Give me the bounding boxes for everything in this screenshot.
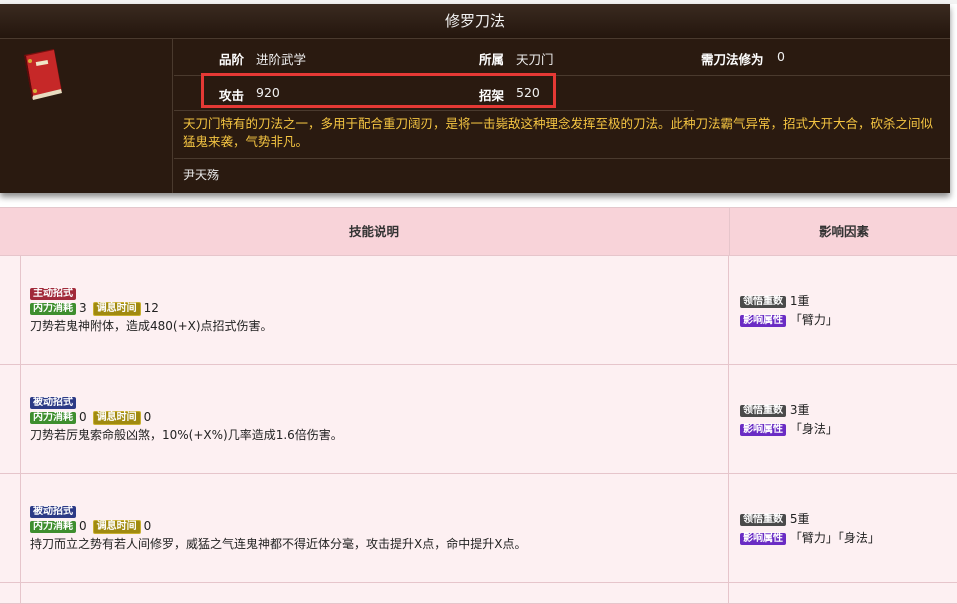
info-row-basic: 品阶 进阶武学 所属 天刀门 需刀法修为 0 xyxy=(174,39,950,76)
col-header-description: 技能说明 xyxy=(348,224,399,239)
level-badge: 领悟重数 xyxy=(740,404,786,417)
cooldown-value: 0 xyxy=(143,410,152,424)
skill-info-card: 修罗刀法 品阶 进阶武学 所属 天刀门 需刀法修为 0 攻击 920 招架 52… xyxy=(0,4,950,193)
skill-effect-text: 刀势若鬼神附体，造成480(+X)点招式伤害。 xyxy=(30,319,273,333)
level-value: 3重 xyxy=(789,403,810,417)
factor-cell: 领悟重数 3重 影响属性 「身法」 xyxy=(740,401,950,439)
attack-label: 攻击 xyxy=(219,88,245,103)
skill-title: 修罗刀法 xyxy=(0,4,950,39)
grade-value: 进阶武学 xyxy=(256,52,307,67)
table-row: 主动招式 内力消耗 3 调息时间 12 刀势若鬼神附体，造成480(+X)点招式伤害。… xyxy=(0,256,957,365)
skill-detail-table: 技能说明 影响因素 主动招式 内力消耗 3 调息时间 12 刀势若鬼神附体，造成480… xyxy=(0,207,957,604)
table-row: 被动招式 内力消耗 0 调息时间 0 刀势若厉鬼索命般凶煞，10%(+X%)几率造成1… xyxy=(0,365,957,474)
requirement-label: 需刀法修为 xyxy=(701,52,764,67)
skill-type-badge: 被动招式 xyxy=(30,505,76,518)
requirement-value: 0 xyxy=(777,49,785,64)
cooldown-badge: 调息时间 xyxy=(92,519,141,534)
cooldown-value: 12 xyxy=(143,301,159,315)
skill-cell: 主动招式 内力消耗 3 调息时间 12 刀势若鬼神附体，造成480(+X)点招式伤害。 xyxy=(30,286,720,334)
red-book-icon xyxy=(24,49,62,100)
table-header: 技能说明 影响因素 xyxy=(0,208,957,256)
info-row-stats: 攻击 920 招架 520 xyxy=(174,76,694,111)
level-value: 1重 xyxy=(789,294,810,308)
skill-effect-text: 刀势若厉鬼索命般凶煞，10%(+X%)几率造成1.6倍伤害。 xyxy=(30,428,343,442)
neili-value: 0 xyxy=(79,410,87,424)
grade-label: 品阶 xyxy=(219,52,245,67)
attribute-badge: 影响属性 xyxy=(740,532,786,545)
level-badge: 领悟重数 xyxy=(740,513,786,526)
attack-value: 920 xyxy=(256,85,280,100)
attribute-badge: 影响属性 xyxy=(740,314,786,327)
neili-badge: 内力消耗 xyxy=(30,411,76,424)
neili-badge: 内力消耗 xyxy=(30,302,76,315)
factor-cell: 领悟重数 1重 影响属性 「臂力」 xyxy=(740,292,950,330)
cooldown-badge: 调息时间 xyxy=(92,410,141,425)
table-row-partial xyxy=(0,583,957,604)
col-header-factors: 影响因素 xyxy=(729,208,957,255)
attribute-value: 「身法」 xyxy=(789,422,838,436)
neili-value: 0 xyxy=(79,519,87,533)
attribute-value: 「臂力」 xyxy=(789,313,838,327)
attribute-value: 「臂力」「身法」 xyxy=(789,531,880,545)
skill-author: 尹天殇 xyxy=(183,168,220,182)
parry-label: 招架 xyxy=(479,88,505,103)
parry-value: 520 xyxy=(516,85,540,100)
skill-cell: 被动招式 内力消耗 0 调息时间 0 持刀而立之势有若人间修罗，威猛之气连鬼神都不得近… xyxy=(30,504,720,552)
table-row: 被动招式 内力消耗 0 调息时间 0 持刀而立之势有若人间修罗，威猛之气连鬼神都不得近… xyxy=(0,474,957,583)
cooldown-value: 0 xyxy=(143,519,152,533)
attribute-badge: 影响属性 xyxy=(740,423,786,436)
level-badge: 领悟重数 xyxy=(740,295,786,308)
cooldown-badge: 调息时间 xyxy=(92,301,141,316)
belong-value: 天刀门 xyxy=(516,52,554,67)
skill-cell: 被动招式 内力消耗 0 调息时间 0 刀势若厉鬼索命般凶煞，10%(+X%)几率造成1… xyxy=(30,395,720,443)
level-value: 5重 xyxy=(789,512,810,526)
skill-type-badge: 被动招式 xyxy=(30,396,76,409)
skill-type-badge: 主动招式 xyxy=(30,287,76,300)
skill-description: 天刀门特有的刀法之一，多用于配合重刀阔刃，是将一击毙敌这种理念发挥至极的刀法。此… xyxy=(174,111,950,159)
skill-effect-text: 持刀而立之势有若人间修罗，威猛之气连鬼神都不得近体分毫，攻击提升X点，命中提升X… xyxy=(30,537,527,551)
neili-badge: 内力消耗 xyxy=(30,520,76,533)
factor-cell: 领悟重数 5重 影响属性 「臂力」「身法」 xyxy=(740,510,950,548)
skill-icon-cell xyxy=(0,39,173,193)
belong-label: 所属 xyxy=(479,52,505,67)
neili-value: 3 xyxy=(79,301,87,315)
